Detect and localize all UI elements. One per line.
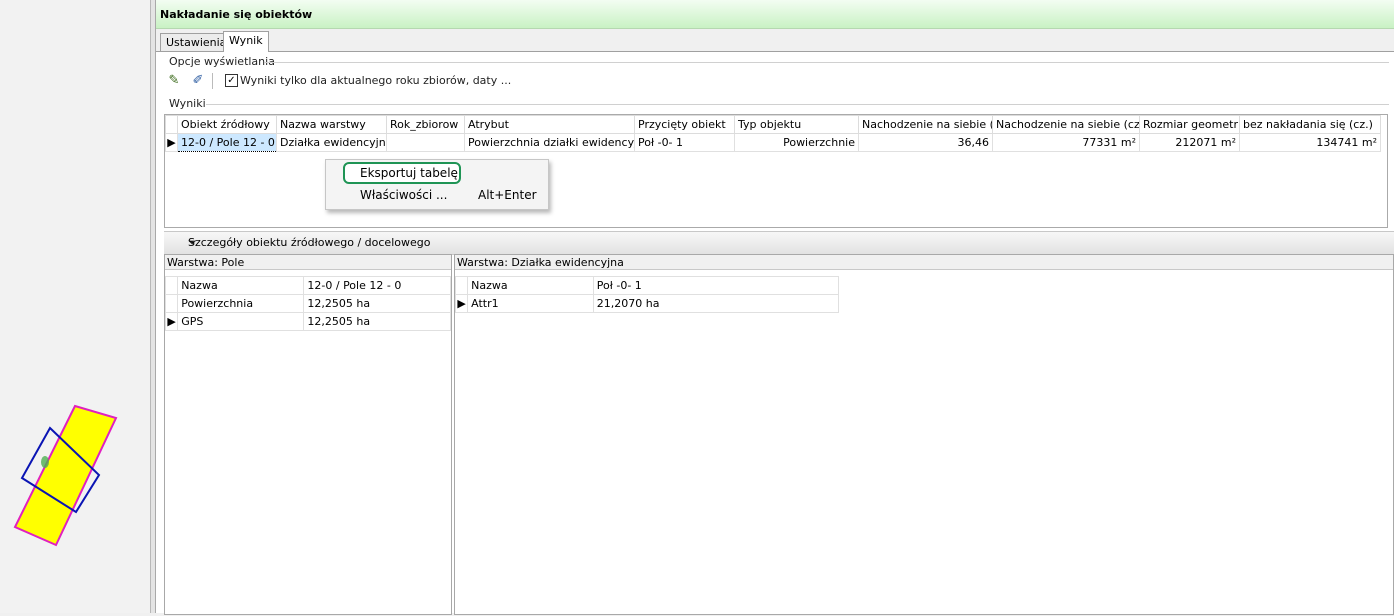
col-header[interactable]: Przycięty obiekt	[634, 115, 735, 134]
prop-value[interactable]: Poł -0- 1	[592, 276, 840, 295]
row-indicator-header	[165, 115, 178, 134]
target-properties-table: Nazwa Poł -0- 1 ▶ Attr1 21,2070 ha	[454, 276, 840, 313]
results-header-row: Obiekt źródłowy Nazwa warstwy Rok_zbioro…	[165, 115, 1381, 134]
table-row[interactable]: Nazwa Poł -0- 1	[454, 276, 840, 295]
menu-item-label: Właściwości ...	[360, 188, 448, 202]
source-details-panel: Warstwa: Pole Nazwa 12-0 / Pole 12 - 0 P…	[164, 254, 452, 615]
source-properties-table: Nazwa 12-0 / Pole 12 - 0 Powierzchnia 12…	[164, 276, 451, 331]
panel-title: Nakładanie się obiektów	[160, 8, 313, 21]
results-line	[206, 104, 1389, 105]
tab-strip: Ustawienia Wynik	[156, 29, 1394, 52]
col-header[interactable]: Nachodzenie na siebie (cz.)	[992, 115, 1140, 134]
current-year-label: Wyniki tylko dla aktualnego roku zbiorów…	[240, 74, 512, 87]
prop-value[interactable]: 12,2505 ha	[303, 312, 451, 331]
cell-attribute[interactable]: Powierzchnia działki ewidencyjnej	[464, 133, 635, 152]
details-header[interactable]: ⏷ Szczegóły obiektu źródłowego / docelow…	[164, 231, 1394, 255]
display-options-label: Opcje wyświetlania	[169, 55, 275, 68]
cell-overlap-area[interactable]: 77331 m²	[992, 133, 1140, 152]
cell-non-overlap-area[interactable]: 134741 m²	[1239, 133, 1381, 152]
tab-result[interactable]: Wynik	[223, 31, 269, 52]
col-header[interactable]: Typ objektu	[734, 115, 859, 134]
prop-name: Powierzchnia	[177, 294, 305, 313]
prop-name: Nazwa	[177, 276, 305, 295]
results-label: Wyniki	[169, 97, 206, 110]
overlap-panel: Nakładanie się obiektów Ustawienia Wynik…	[156, 0, 1394, 615]
field-polygon[interactable]	[13, 404, 118, 547]
row-indicator	[164, 294, 179, 313]
overlap-marker	[41, 456, 49, 468]
row-pointer-icon: ▶	[454, 294, 469, 313]
row-indicator	[164, 276, 179, 295]
prop-name: Nazwa	[467, 276, 594, 295]
map-canvas[interactable]	[0, 0, 150, 613]
target-details-panel: Warstwa: Działka ewidencyjna Nazwa Poł -…	[454, 254, 1394, 615]
panel-title-bar: Nakładanie się obiektów	[156, 0, 1394, 29]
menu-item-shortcut: Alt+Enter	[478, 188, 537, 202]
table-row[interactable]: Nazwa 12-0 / Pole 12 - 0	[164, 276, 451, 295]
col-header[interactable]: Rozmiar geometrii	[1139, 115, 1240, 134]
col-header[interactable]: Nazwa warstwy	[276, 115, 387, 134]
edit-check-icon[interactable]: ✎	[166, 73, 182, 89]
cell-year[interactable]	[386, 133, 465, 152]
menu-item-label: Eksportuj tabelę	[360, 166, 458, 180]
menu-item-export[interactable]: Eksportuj tabelę	[326, 163, 548, 183]
table-row[interactable]: ▶ 12-0 / Pole 12 - 0 Działka ewidencyjna…	[165, 133, 1381, 152]
cell-overlap-percent[interactable]: 36,46	[858, 133, 993, 152]
edit-select-icon[interactable]: ✐	[190, 73, 206, 89]
prop-name: GPS	[177, 312, 305, 331]
prop-value[interactable]: 12,2505 ha	[303, 294, 451, 313]
prop-name: Attr1	[467, 294, 594, 313]
row-pointer-icon: ▶	[165, 133, 178, 152]
prop-value[interactable]: 21,2070 ha	[592, 294, 840, 313]
current-year-checkbox[interactable]: ✓	[225, 74, 238, 87]
col-header[interactable]: bez nakładania się (cz.)	[1239, 115, 1381, 134]
toolbar-separator	[212, 73, 213, 89]
table-row[interactable]: ▶ Attr1 21,2070 ha	[454, 294, 840, 313]
cell-geometry-size[interactable]: 212071 m²	[1139, 133, 1240, 152]
prop-value[interactable]: 12-0 / Pole 12 - 0	[303, 276, 451, 295]
tab-settings[interactable]: Ustawienia	[160, 33, 233, 51]
target-layer-header: Warstwa: Działka ewidencyjna	[455, 255, 1393, 270]
context-menu: Eksportuj tabelę Właściwości ... Alt+Ent…	[325, 159, 549, 210]
table-row[interactable]: ▶ GPS 12,2505 ha	[164, 312, 451, 331]
col-header[interactable]: Nachodzenie na siebie (%)	[858, 115, 993, 134]
cell-clipped-object[interactable]: Poł -0- 1	[634, 133, 735, 152]
cell-source-object[interactable]: 12-0 / Pole 12 - 0	[177, 133, 277, 152]
col-header[interactable]: Rok_zbiorow	[386, 115, 465, 134]
row-indicator	[454, 276, 469, 295]
col-header[interactable]: Obiekt źródłowy	[177, 115, 277, 134]
results-table: Obiekt źródłowy Nazwa warstwy Rok_zbioro…	[165, 115, 1381, 152]
table-row[interactable]: Powierzchnia 12,2505 ha	[164, 294, 451, 313]
display-options-line	[264, 62, 1389, 63]
cell-object-type[interactable]: Powierzchnie	[734, 133, 859, 152]
menu-item-properties[interactable]: Właściwości ... Alt+Enter	[326, 185, 548, 205]
source-layer-header: Warstwa: Pole	[165, 255, 451, 270]
details-title: Szczegóły obiektu źródłowego / doceloweg…	[188, 236, 431, 249]
col-header[interactable]: Atrybut	[464, 115, 635, 134]
cell-layer-name[interactable]: Działka ewidencyjna	[276, 133, 387, 152]
row-pointer-icon: ▶	[164, 312, 179, 331]
map-view[interactable]	[0, 0, 151, 613]
